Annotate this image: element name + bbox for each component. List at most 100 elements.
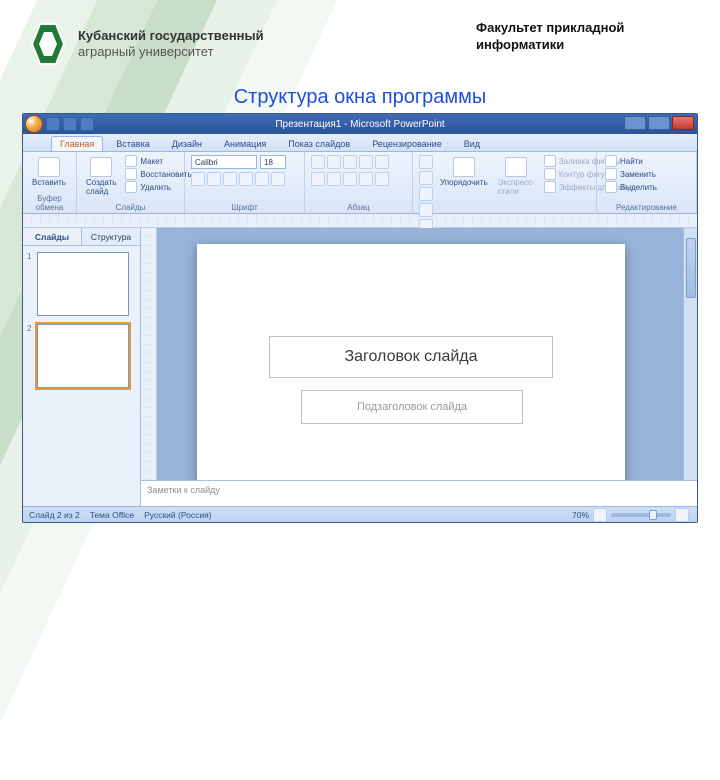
numbering-button[interactable] [327,155,341,169]
zoom-value: 70% [572,510,589,520]
reset-button[interactable]: Восстановить [123,168,193,180]
ribbon-group-clipboard: Вставить Буфер обмена [23,152,77,213]
group-label-editing: Редактирование [603,203,690,212]
tab-design[interactable]: Дизайн [163,136,211,151]
find-icon [605,155,617,167]
vertical-ruler [141,228,157,480]
outline-icon [544,168,556,180]
effects-icon [544,181,556,193]
layout-icon [125,155,137,167]
thumbnail-preview [37,252,129,316]
shadow-button[interactable] [255,172,269,186]
slidepanel-tab-outline[interactable]: Структура [82,228,140,245]
university-logo-icon [30,20,66,68]
qat-redo-button[interactable] [80,117,94,131]
select-button[interactable]: Выделить [603,181,659,193]
shape-oval-button[interactable] [419,171,433,185]
reset-icon [125,168,137,180]
align-center-button[interactable] [327,172,341,186]
shape-rect-button[interactable] [419,155,433,169]
thumbnail-number: 2 [27,324,33,388]
shape-line-button[interactable] [419,187,433,201]
group-label-slides: Слайды [83,203,178,212]
university-name: Кубанский государственный аграрный униве… [78,28,264,61]
shape-arrow-button[interactable] [419,203,433,217]
qat-undo-button[interactable] [63,117,77,131]
tab-animations[interactable]: Анимация [215,136,275,151]
ribbon-tabs: Главная Вставка Дизайн Анимация Показ сл… [23,134,697,152]
faculty-name: Факультет прикладной информатики [476,20,676,54]
office-button[interactable] [25,115,43,133]
tab-insert[interactable]: Вставка [107,136,158,151]
line-spacing-button[interactable] [375,155,389,169]
tab-review[interactable]: Рецензирование [363,136,451,151]
slide-thumbnail[interactable]: 1 [27,252,136,316]
zoom-slider[interactable] [611,513,671,517]
tab-slideshow[interactable]: Показ слайдов [279,136,359,151]
scrollbar-thumb[interactable] [686,238,696,298]
ribbon-group-slides: Создать слайд Макет Восстановить Удалить… [77,152,185,213]
window-maximize-button[interactable] [648,116,670,130]
new-slide-button[interactable]: Создать слайд [83,155,119,198]
status-slide-counter: Слайд 2 из 2 [29,510,80,520]
layout-button[interactable]: Макет [123,155,193,167]
powerpoint-window: Презентация1 - Microsoft PowerPoint Глав… [22,113,698,523]
align-left-button[interactable] [311,172,325,186]
notes-pane[interactable]: Заметки к слайду [141,480,697,506]
zoom-in-button[interactable] [675,508,689,522]
ribbon-group-font: Calibri 18 Шрифт [185,152,305,213]
group-label-clipboard: Буфер обмена [29,194,70,212]
tab-home[interactable]: Главная [51,136,103,151]
tab-view[interactable]: Вид [455,136,489,151]
subtitle-placeholder[interactable]: Подзаголовок слайда [301,390,523,424]
indent-decrease-button[interactable] [343,155,357,169]
paste-button[interactable]: Вставить [29,155,69,189]
columns-button[interactable] [375,172,389,186]
window-minimize-button[interactable] [624,116,646,130]
indent-increase-button[interactable] [359,155,373,169]
qat-save-button[interactable] [46,117,60,131]
italic-button[interactable] [207,172,221,186]
window-title: Презентация1 - Microsoft PowerPoint [275,119,444,130]
thumbnail-number: 1 [27,252,33,316]
horizontal-ruler [23,214,697,228]
ribbon-group-drawing: Упорядочить Экспресс-стили Заливка фигур… [413,152,597,213]
find-button[interactable]: Найти [603,155,659,167]
quick-styles-icon [505,157,527,177]
ribbon-group-editing: Найти Заменить Выделить Редактирование [597,152,697,213]
ribbon-group-paragraph: Абзац [305,152,413,213]
work-area: Слайды Структура 1 2 Заголовок сла [23,228,697,506]
group-label-paragraph: Абзац [311,203,406,212]
delete-icon [125,181,137,193]
zoom-out-button[interactable] [593,508,607,522]
font-name-select[interactable]: Calibri [191,155,257,169]
slide-panel: Слайды Структура 1 2 [23,228,141,506]
bold-button[interactable] [191,172,205,186]
vertical-scrollbar[interactable] [683,228,697,480]
status-theme: Тема Office [90,510,134,520]
group-label-font: Шрифт [191,203,298,212]
window-close-button[interactable] [672,116,694,130]
justify-button[interactable] [359,172,373,186]
arrange-icon [453,157,475,177]
paste-icon [38,157,60,177]
slide-editor: Заголовок слайда Подзаголовок слайда Зам… [141,228,697,506]
status-bar: Слайд 2 из 2 Тема Office Русский (Россия… [23,506,697,522]
underline-button[interactable] [223,172,237,186]
replace-button[interactable]: Заменить [603,168,659,180]
bullets-button[interactable] [311,155,325,169]
arrange-button[interactable]: Упорядочить [437,155,491,189]
ribbon: Вставить Буфер обмена Создать слайд Маке… [23,152,697,214]
align-right-button[interactable] [343,172,357,186]
zoom-slider-knob[interactable] [649,510,657,520]
slidepanel-tab-slides[interactable]: Слайды [23,228,82,245]
status-language[interactable]: Русский (Россия) [144,510,211,520]
font-size-select[interactable]: 18 [260,155,286,169]
quick-styles-button[interactable]: Экспресс-стили [495,155,538,198]
slide-thumbnail[interactable]: 2 [27,324,136,388]
slide-canvas[interactable]: Заголовок слайда Подзаголовок слайда [197,244,625,480]
title-placeholder[interactable]: Заголовок слайда [269,336,553,378]
strike-button[interactable] [239,172,253,186]
font-color-button[interactable] [271,172,285,186]
delete-slide-button[interactable]: Удалить [123,181,193,193]
